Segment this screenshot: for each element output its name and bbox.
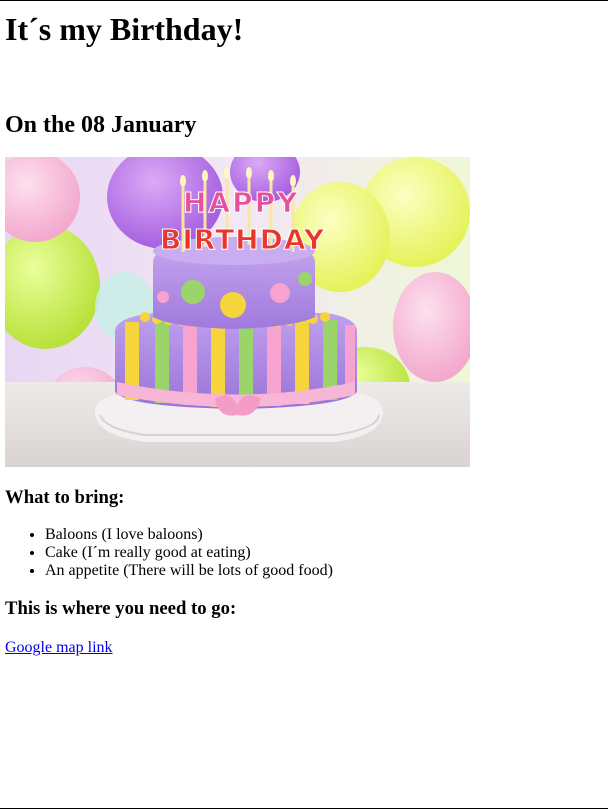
svg-text:HAPPY: HAPPY (183, 186, 299, 219)
birthday-cake-image: HAPPY BIRTHDAY (5, 157, 470, 467)
list-item: Cake (I´m really good at eating) (45, 544, 603, 562)
map-link-paragraph: Google map link (5, 638, 603, 658)
cake-banner-bottom: BIRTHDAY (160, 223, 325, 256)
page-title: It´s my Birthday! (5, 11, 244, 47)
list-item: Baloons (I love baloons) (45, 526, 603, 544)
date-heading: On the 08 January (5, 112, 197, 138)
list-item: An appetite (There will be lots of good … (45, 562, 603, 580)
cake-banner-top: HAPPY (183, 186, 299, 219)
bring-heading: What to bring: (5, 487, 125, 508)
google-map-link[interactable]: Google map link (5, 639, 113, 656)
bring-list: Baloons (I love baloons) Cake (I´m reall… (5, 526, 603, 580)
page-content: It´s my Birthday! On the 08 January HAPP… (0, 10, 608, 658)
directions-heading: This is where you need to go: (5, 598, 237, 619)
svg-text:BIRTHDAY: BIRTHDAY (160, 223, 325, 256)
